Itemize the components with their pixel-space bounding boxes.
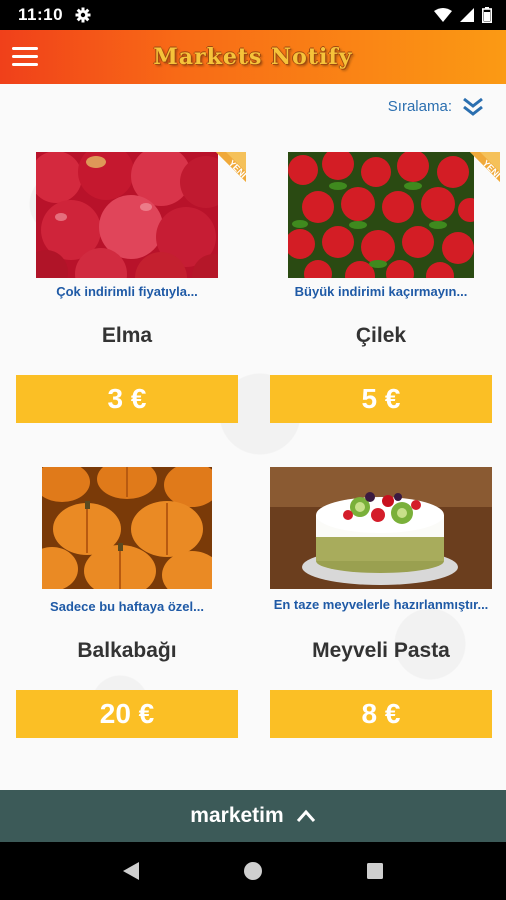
hamburger-menu-icon[interactable] — [12, 44, 38, 70]
new-badge: YENİ — [202, 152, 246, 196]
back-icon[interactable] — [121, 861, 141, 881]
battery-icon — [482, 7, 492, 23]
marketim-bar[interactable]: marketim — [0, 790, 506, 842]
app-title: Markets Notify — [153, 44, 353, 70]
price-button[interactable]: 8 € — [270, 690, 492, 738]
product-name: Balkabağı — [77, 639, 177, 662]
signal-icon — [460, 8, 474, 22]
product-name: Meyveli Pasta — [312, 639, 450, 662]
new-badge: YENİ — [456, 152, 500, 196]
sort-control[interactable]: Sıralama: — [388, 96, 484, 116]
product-image-strawberries[interactable] — [288, 152, 474, 278]
product-list[interactable]: Sıralama: YENİ Çok indirimli fiyatıyla..… — [0, 84, 506, 790]
product-description: Çok indirimli fiyatıyla... — [56, 284, 198, 299]
marketim-label: marketim — [190, 804, 284, 827]
app-bar: Markets Notify — [0, 30, 506, 84]
product-card-elma[interactable]: YENİ Çok indirimli fiyatıyla... Elma 3 € — [16, 152, 246, 424]
product-image-fruit-cake[interactable] — [270, 467, 492, 589]
status-bar: 11:10 — [0, 0, 506, 30]
price-button[interactable]: 5 € — [270, 375, 492, 423]
product-image-apples[interactable] — [36, 152, 218, 278]
status-time: 11:10 — [18, 5, 64, 24]
sort-label: Sıralama: — [387, 97, 452, 115]
price-button[interactable]: 20 € — [16, 690, 238, 738]
system-navigation-bar — [0, 842, 506, 900]
product-description: Büyük indirimi kaçırmayın... — [294, 284, 468, 299]
recents-icon[interactable] — [365, 861, 385, 881]
product-card-balkabagi[interactable]: Sadece bu haftaya özel... Balkabağı 20 € — [16, 467, 238, 739]
wifi-icon — [434, 8, 452, 22]
product-card-cilek[interactable]: YENİ Büyük indirimi kaçırmayın... Çilek … — [270, 152, 500, 424]
product-description: En taze meyvelerle hazırlanmıştır... — [273, 597, 489, 612]
settings-gear-icon — [75, 7, 91, 23]
product-description: Sadece bu haftaya özel... — [50, 599, 204, 614]
chevron-up-icon[interactable] — [296, 809, 316, 823]
product-card-meyveli-pasta[interactable]: En taze meyvelerle hazırlanmıştır... Mey… — [270, 467, 492, 739]
home-icon[interactable] — [243, 861, 263, 881]
double-chevron-down-icon[interactable] — [462, 96, 484, 116]
product-name: Elma — [101, 324, 153, 347]
product-image-pumpkins[interactable] — [42, 467, 212, 589]
product-name: Çilek — [355, 324, 407, 347]
price-button[interactable]: 3 € — [16, 375, 238, 423]
